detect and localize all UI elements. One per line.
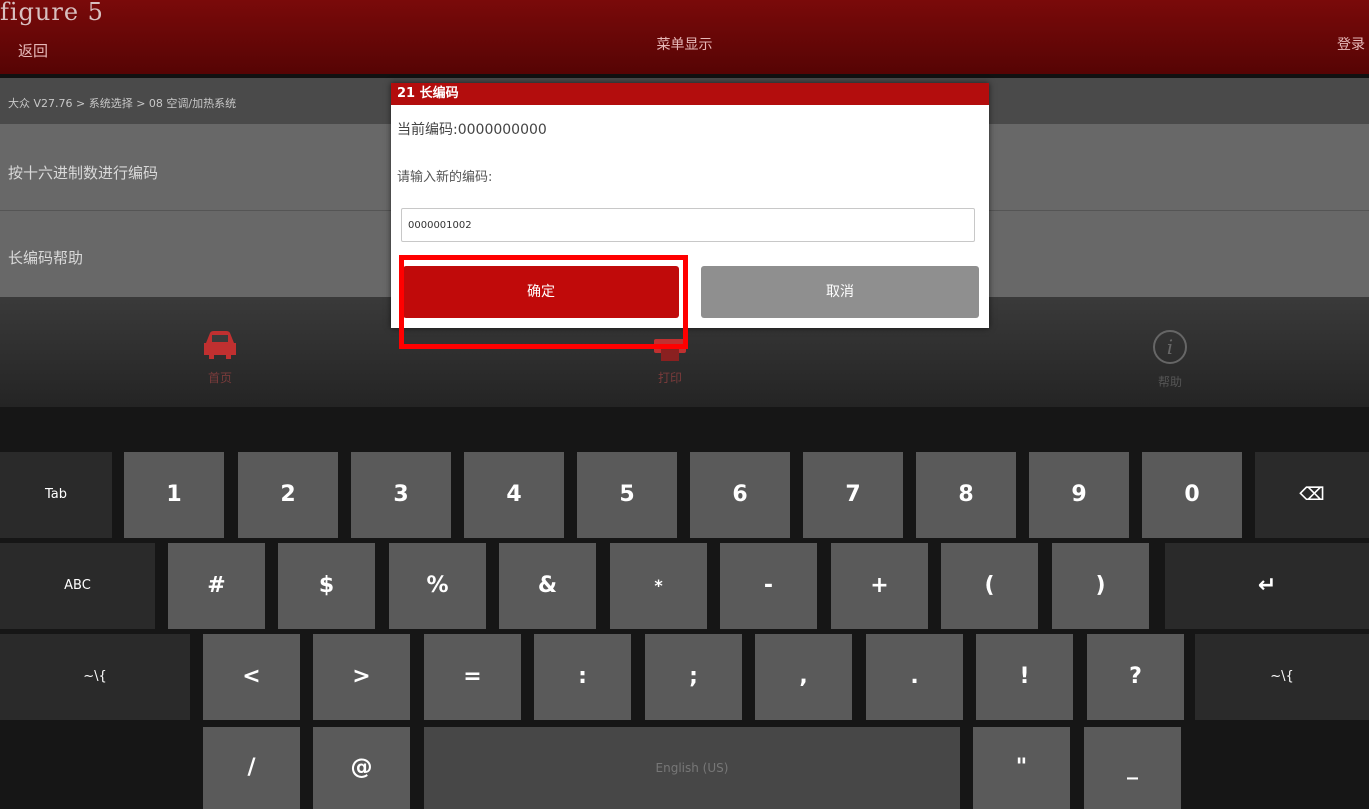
key-symbols-left[interactable]: ~\{ [0, 634, 190, 720]
key-7[interactable]: 7 [803, 452, 903, 538]
menu-item-label: 长编码帮助 [8, 249, 84, 267]
info-icon: i [1153, 330, 1187, 364]
help-action[interactable]: i 帮助 [1140, 327, 1200, 390]
key-period[interactable]: . [866, 634, 963, 720]
cancel-button[interactable]: 取消 [701, 266, 979, 318]
key-3[interactable]: 3 [351, 452, 451, 538]
car-icon [204, 331, 236, 359]
key-at[interactable]: @ [313, 727, 410, 809]
key-0[interactable]: 0 [1142, 452, 1242, 538]
key-tab[interactable]: Tab [0, 452, 112, 538]
key-enter[interactable]: ↵ [1165, 543, 1369, 629]
new-code-input[interactable] [401, 208, 975, 242]
home-label: 首页 [207, 371, 232, 385]
current-code-text: 当前编码:0000000000 [397, 122, 547, 138]
key-comma[interactable]: , [755, 634, 852, 720]
key-minus[interactable]: - [720, 543, 817, 629]
key-8[interactable]: 8 [916, 452, 1016, 538]
key-symbols-right[interactable]: ~\{ [1195, 634, 1369, 720]
on-screen-keyboard: Tab 1 2 3 4 5 6 7 8 9 0 ⌫ ABC # $ % & * … [0, 407, 1369, 809]
figure-caption-text: figure 5 [0, 0, 104, 26]
help-label: 帮助 [1157, 375, 1182, 389]
key-hash[interactable]: # [168, 543, 265, 629]
key-1[interactable]: 1 [124, 452, 224, 538]
key-plus[interactable]: + [831, 543, 928, 629]
menu-item-label: 按十六进制数进行编码 [8, 164, 159, 182]
key-4[interactable]: 4 [464, 452, 564, 538]
key-open-paren[interactable]: ( [941, 543, 1038, 629]
key-slash[interactable]: / [203, 727, 300, 809]
key-percent[interactable]: % [389, 543, 486, 629]
key-colon[interactable]: : [534, 634, 631, 720]
breadcrumb-text: 大众 V27.76 > 系统选择 > 08 空调/加热系统 [8, 97, 237, 110]
top-bar: 返回 菜单显示 登录 [0, 0, 1369, 74]
key-2[interactable]: 2 [238, 452, 338, 538]
key-5[interactable]: 5 [577, 452, 677, 538]
key-quote[interactable]: " [973, 727, 1070, 809]
key-backspace[interactable]: ⌫ [1255, 452, 1369, 538]
key-9[interactable]: 9 [1029, 452, 1129, 538]
key-question[interactable]: ? [1087, 634, 1184, 720]
dialog-title: 21 长编码 [391, 83, 989, 105]
new-code-prompt: 请输入新的编码: [397, 170, 493, 185]
home-action[interactable]: 首页 [190, 327, 250, 386]
key-abc[interactable]: ABC [0, 543, 155, 629]
login-button[interactable]: 登录 [1337, 34, 1365, 54]
svg-text:i: i [1167, 335, 1173, 359]
key-semicolon[interactable]: ; [645, 634, 742, 720]
highlight-box [399, 255, 688, 349]
key-greater-than[interactable]: > [313, 634, 410, 720]
key-asterisk[interactable]: * [610, 543, 707, 629]
key-equals[interactable]: = [424, 634, 521, 720]
key-6[interactable]: 6 [690, 452, 790, 538]
key-ampersand[interactable]: & [499, 543, 596, 629]
key-less-than[interactable]: < [203, 634, 300, 720]
print-label: 打印 [657, 371, 682, 385]
key-exclamation[interactable]: ! [976, 634, 1073, 720]
figure-caption: figure 5 [0, 0, 104, 26]
key-dollar[interactable]: $ [278, 543, 375, 629]
page-title: 菜单显示 [656, 37, 713, 53]
key-close-paren[interactable]: ) [1052, 543, 1149, 629]
key-space[interactable]: English (US) [424, 727, 960, 809]
key-underscore[interactable]: _ [1084, 727, 1181, 809]
